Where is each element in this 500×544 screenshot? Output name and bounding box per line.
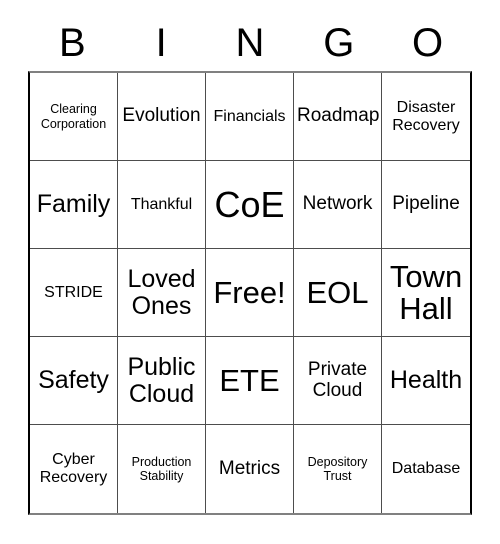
bingo-cell-label: Network <box>302 193 373 215</box>
bingo-cell-label: Disaster Recovery <box>392 98 460 134</box>
bingo-cell[interactable]: Thankful <box>118 161 206 249</box>
header-letter-i: I <box>155 20 167 65</box>
bingo-cell[interactable]: Depository Trust <box>294 425 382 513</box>
bingo-cell-label: Family <box>36 190 111 219</box>
bingo-grid: Clearing Corporation Evolution Financials R… <box>28 71 472 515</box>
header-letter-o: O <box>412 20 444 65</box>
bingo-cell-label: Evolution <box>122 105 201 127</box>
bingo-free-cell[interactable]: Free! <box>206 249 294 337</box>
bingo-cell[interactable]: Family <box>30 161 118 249</box>
bingo-cell[interactable]: Public Cloud <box>118 337 206 425</box>
bingo-cell-label: Public Cloud <box>127 353 196 408</box>
bingo-cell-label: Safety <box>38 366 109 395</box>
bingo-cell[interactable]: CoE <box>206 161 294 249</box>
bingo-cell-label: EOL <box>306 274 369 310</box>
bingo-cell-label: Metrics <box>218 457 281 479</box>
bingo-cell-label: Clearing Corporation <box>40 102 107 131</box>
bingo-cell-label: Production Stability <box>131 454 192 483</box>
bingo-cell-label: Cyber Recovery <box>39 451 108 486</box>
bingo-header: B I N G O <box>28 14 472 71</box>
bingo-cell[interactable]: Pipeline <box>382 161 470 249</box>
bingo-cell-label: Free! <box>213 274 286 310</box>
bingo-cell-label: Financials <box>213 107 286 125</box>
bingo-cell-label: Depository Trust <box>307 454 368 483</box>
bingo-cell-label: Roadmap <box>297 105 380 127</box>
bingo-cell[interactable]: Health <box>382 337 470 425</box>
bingo-cell[interactable]: Roadmap <box>294 73 382 161</box>
bingo-cell-label: Private Cloud <box>307 358 368 401</box>
bingo-cell[interactable]: ETE <box>206 337 294 425</box>
header-letter-g: G <box>323 20 355 65</box>
bingo-cell[interactable]: STRIDE <box>30 249 118 337</box>
bingo-cell-label: ETE <box>219 362 280 398</box>
bingo-cell[interactable]: Database <box>382 425 470 513</box>
bingo-cell[interactable]: Metrics <box>206 425 294 513</box>
header-letter-b: B <box>59 20 86 65</box>
bingo-cell[interactable]: Safety <box>30 337 118 425</box>
bingo-cell-label: CoE <box>214 183 285 225</box>
bingo-cell-label: STRIDE <box>44 283 103 301</box>
bingo-cell[interactable]: EOL <box>294 249 382 337</box>
bingo-cell[interactable]: Town Hall <box>382 249 470 337</box>
bingo-cell[interactable]: Clearing Corporation <box>30 73 118 161</box>
bingo-cell[interactable]: Network <box>294 161 382 249</box>
bingo-cell-label: Thankful <box>130 195 193 213</box>
bingo-cell-label: Health <box>389 366 463 395</box>
bingo-cell[interactable]: Financials <box>206 73 294 161</box>
bingo-cell-label: Loved Ones <box>127 265 196 320</box>
bingo-cell[interactable]: Evolution <box>118 73 206 161</box>
bingo-cell[interactable]: Cyber Recovery <box>30 425 118 513</box>
bingo-card: B I N G O Clearing Corporation Evolution F… <box>0 0 500 544</box>
bingo-cell[interactable]: Production Stability <box>118 425 206 513</box>
bingo-cell-label: Database <box>391 460 461 478</box>
bingo-cell[interactable]: Loved Ones <box>118 249 206 337</box>
header-letter-n: N <box>235 20 265 65</box>
bingo-cell[interactable]: Private Cloud <box>294 337 382 425</box>
bingo-cell-label: Town Hall <box>389 258 463 326</box>
bingo-cell[interactable]: Disaster Recovery <box>382 73 470 161</box>
bingo-cell-label: Pipeline <box>392 193 460 215</box>
